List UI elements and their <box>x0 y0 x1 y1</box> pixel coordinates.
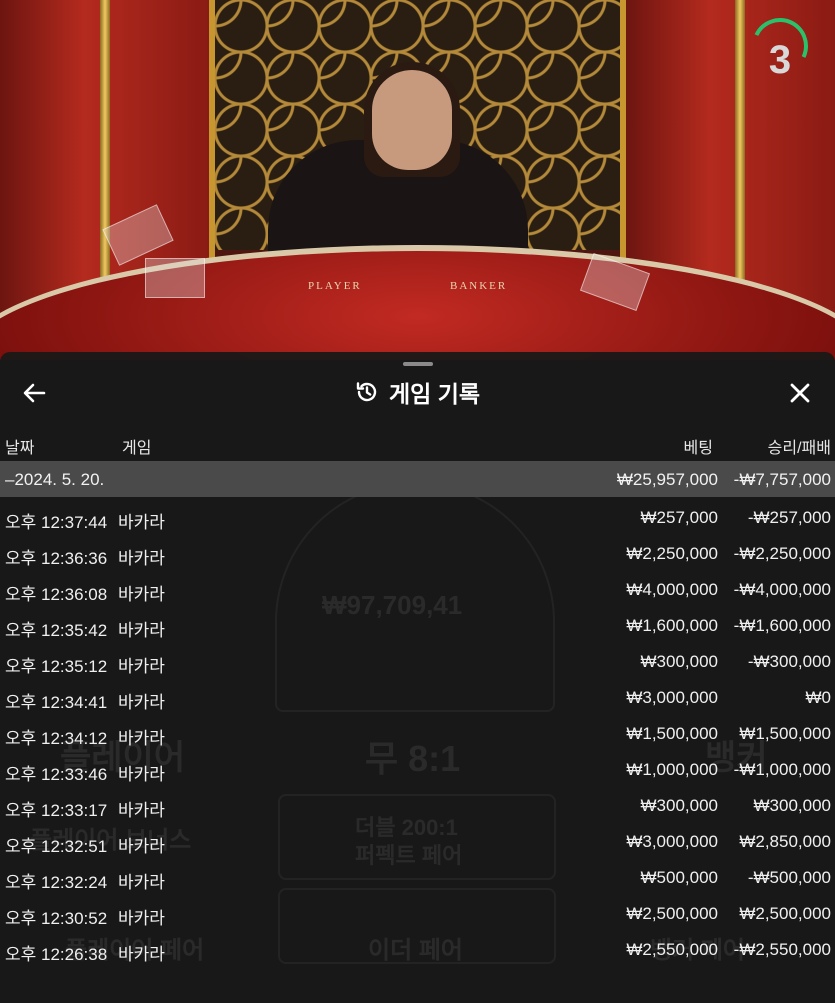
history-table-header: 날짜 게임 베팅 승리/패배 <box>0 430 835 460</box>
row-result: -₩2,550,000 <box>733 940 831 959</box>
arrow-left-icon <box>23 383 46 403</box>
row-game: 바카라 <box>118 621 165 640</box>
table-label-player: PLAYER <box>308 280 362 292</box>
countdown-value: 3 <box>768 38 792 82</box>
row-game: 바카라 <box>118 909 165 928</box>
back-button[interactable] <box>20 378 50 408</box>
history-row[interactable]: 오후 12:32:24 바카라 ₩500,000 -₩500,000 <box>0 860 835 896</box>
row-game: 바카라 <box>118 801 165 820</box>
row-bet: ₩1,000,000 <box>626 760 718 779</box>
row-bet: ₩300,000 <box>640 796 719 815</box>
history-row[interactable]: 오후 12:33:17 바카라 ₩300,000 ₩300,000 <box>0 788 835 824</box>
row-bet: ₩3,000,000 <box>626 688 718 707</box>
history-row[interactable]: 오후 12:36:08 바카라 ₩4,000,000 -₩4,000,000 <box>0 572 835 608</box>
row-result: -₩4,000,000 <box>733 580 831 599</box>
row-result: -₩1,000,000 <box>733 760 831 779</box>
row-time: 오후 12:32:24 <box>5 873 108 892</box>
row-bet: ₩257,000 <box>640 508 719 527</box>
row-bet: ₩1,600,000 <box>626 616 718 635</box>
row-time: 오후 12:33:17 <box>5 801 108 820</box>
column-game: 게임 <box>122 440 152 457</box>
sheet-title-text: 게임 기록 <box>388 381 481 407</box>
history-icon <box>356 382 377 402</box>
row-time: 오후 12:37:44 <box>5 513 108 532</box>
row-game: 바카라 <box>118 765 165 784</box>
day-bet-total: ₩25,957,000 <box>616 470 718 489</box>
row-game: 바카라 <box>118 513 165 532</box>
day-summary-row[interactable]: –2024. 5. 20. ₩25,957,000 -₩7,757,000 <box>0 461 835 497</box>
dealer-head <box>372 70 452 170</box>
row-bet: ₩3,000,000 <box>626 832 718 851</box>
close-button[interactable] <box>785 378 815 408</box>
history-row[interactable]: 오후 12:36:36 바카라 ₩2,250,000 -₩2,250,000 <box>0 536 835 572</box>
row-time: 오후 12:33:46 <box>5 765 108 784</box>
live-video-feed: PLAYER BANKER 3 <box>0 0 835 360</box>
row-game: 바카라 <box>118 657 165 676</box>
row-game: 바카라 <box>118 945 165 964</box>
history-row[interactable]: 오후 12:37:44 바카라 ₩257,000 -₩257,000 <box>0 500 835 536</box>
row-bet: ₩300,000 <box>640 652 719 671</box>
close-icon <box>790 383 810 403</box>
row-bet: ₩2,250,000 <box>626 544 718 563</box>
row-game: 바카라 <box>118 837 165 856</box>
row-time: 오후 12:30:52 <box>5 909 108 928</box>
row-result: ₩1,500,000 <box>739 724 831 743</box>
column-bet: 베팅 <box>683 440 713 457</box>
row-time: 오후 12:32:51 <box>5 837 108 856</box>
table-label-banker: BANKER <box>450 280 508 292</box>
history-row[interactable]: 오후 12:34:41 바카라 ₩3,000,000 ₩0 <box>0 680 835 716</box>
row-time: 오후 12:34:41 <box>5 693 108 712</box>
row-result: -₩1,600,000 <box>733 616 831 635</box>
row-game: 바카라 <box>118 585 165 604</box>
bet-countdown-timer: 3 <box>744 10 816 98</box>
row-result: -₩500,000 <box>747 868 831 887</box>
row-game: 바카라 <box>118 693 165 712</box>
history-row[interactable]: 오후 12:26:38 바카라 ₩2,550,000 -₩2,550,000 <box>0 932 835 968</box>
history-row[interactable]: 오후 12:30:52 바카라 ₩2,500,000 ₩2,500,000 <box>0 896 835 932</box>
row-bet: ₩1,500,000 <box>626 724 718 743</box>
row-time: 오후 12:26:38 <box>5 945 108 964</box>
row-bet: ₩500,000 <box>640 868 719 887</box>
row-result: ₩300,000 <box>753 796 832 815</box>
row-result: -₩2,250,000 <box>733 544 831 563</box>
row-result: ₩0 <box>805 688 832 707</box>
row-result: ₩2,850,000 <box>739 832 831 851</box>
column-date: 날짜 <box>5 440 35 457</box>
history-row[interactable]: 오후 12:33:46 바카라 ₩1,000,000 -₩1,000,000 <box>0 752 835 788</box>
row-time: 오후 12:36:36 <box>5 549 108 568</box>
history-row[interactable]: 오후 12:34:12 바카라 ₩1,500,000 ₩1,500,000 <box>0 716 835 752</box>
sheet-drag-handle[interactable] <box>403 362 433 366</box>
row-bet: ₩2,500,000 <box>626 904 718 923</box>
row-time: 오후 12:35:42 <box>5 621 108 640</box>
history-row[interactable]: 오후 12:35:12 바카라 ₩300,000 -₩300,000 <box>0 644 835 680</box>
row-bet: ₩4,000,000 <box>626 580 718 599</box>
row-time: 오후 12:34:12 <box>5 729 108 748</box>
sheet-title: 게임 기록 <box>0 370 835 414</box>
row-result: -₩300,000 <box>747 652 831 671</box>
history-row[interactable]: 오후 12:32:51 바카라 ₩3,000,000 ₩2,850,000 <box>0 824 835 860</box>
row-game: 바카라 <box>118 873 165 892</box>
row-result: ₩2,500,000 <box>739 904 831 923</box>
history-row[interactable]: 오후 12:35:42 바카라 ₩1,600,000 -₩1,600,000 <box>0 608 835 644</box>
row-game: 바카라 <box>118 729 165 748</box>
card-discard <box>145 258 205 298</box>
row-result: -₩257,000 <box>747 508 831 527</box>
game-history-sheet: ₩97,709,41 플레이어 무 8:1 뱅커 플레이어 보너스 더블 200… <box>0 352 835 1003</box>
day-date: –2024. 5. 20. <box>5 470 105 489</box>
sheet-header: 게임 기록 <box>0 370 835 414</box>
column-result: 승리/패배 <box>767 440 831 457</box>
row-time: 오후 12:36:08 <box>5 585 108 604</box>
row-game: 바카라 <box>118 549 165 568</box>
row-time: 오후 12:35:12 <box>5 657 108 676</box>
day-result-total: -₩7,757,000 <box>733 470 831 489</box>
row-bet: ₩2,550,000 <box>626 940 718 959</box>
